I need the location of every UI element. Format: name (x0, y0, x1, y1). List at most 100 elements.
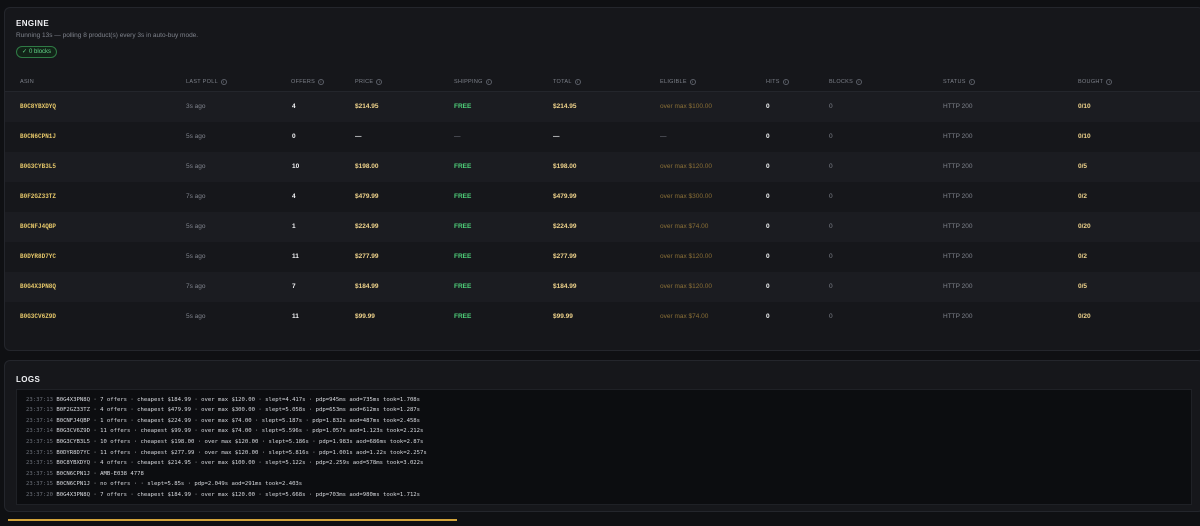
cell-blocks: 0 (829, 283, 833, 290)
info-icon[interactable]: i (574, 79, 581, 85)
cell-shipping: FREE (454, 163, 472, 170)
cell-eligible: over max $120.00 (660, 283, 713, 290)
cell-blocks: 0 (829, 193, 833, 200)
cell-shipping: FREE (454, 313, 472, 320)
log-message: B0G3CYB3L5 · 10 offers · cheapest $198.0… (56, 438, 424, 445)
log-timestamp: 23:37:11 (26, 389, 53, 392)
table-row[interactable]: B0F2GZ33TZ 7s ago 4 $479.99 FREE $479.99 over … (5, 182, 1200, 212)
column-header-status[interactable]: STATUS i (943, 79, 975, 85)
info-icon[interactable]: i (1106, 79, 1113, 85)
log-timestamp: 23:37:20 (26, 491, 53, 498)
log-message: B0CNFJ4QBP · 1 offers · cheapest $224.99… (56, 417, 421, 424)
log-line: 23:37:15 B0C8YBXDYQ · 4 offers · cheapes… (26, 458, 427, 469)
log-message: B0G4X3PN8Q · 7 offers · cheapest $184.99… (56, 491, 421, 498)
cell-last-poll: 7s ago (186, 283, 206, 290)
log-message: B0G3CV6Z9D · 11 offers · cheapest $99.99… (56, 428, 424, 435)
cell-price: $214.95 (355, 103, 379, 110)
cell-last-poll: 5s ago (186, 223, 206, 230)
cell-offers: 1 (292, 223, 296, 230)
column-header-bought[interactable]: BOUGHT i (1078, 79, 1113, 85)
cell-offers: 10 (292, 163, 300, 170)
log-output[interactable]: 23:37:11 AMB-P4882 23:37:13 B0G4X3PN8Q · … (16, 389, 1192, 505)
table-row[interactable]: B0CN6CPN1J 5s ago 0 — — — — 0 0 HTTP 200 0/10 (5, 122, 1200, 152)
cell-hits: 0 (766, 223, 770, 230)
log-timestamp: 23:37:15 (26, 449, 53, 456)
cell-status: HTTP 200 (943, 103, 973, 110)
column-header-offers[interactable]: OFFERS i (291, 79, 325, 85)
log-line: 23:37:13 B0G4X3PN8Q · 7 offers · cheapes… (26, 395, 427, 406)
column-header-eligible[interactable]: ELIGIBLE i (660, 79, 696, 85)
cell-total: $277.99 (553, 253, 577, 260)
log-lines: 23:37:11 AMB-P4882 23:37:13 B0G4X3PN8Q · … (26, 389, 427, 501)
log-message: B0C8YBXDYQ · 4 offers · cheapest $214.95… (56, 460, 424, 467)
info-icon[interactable]: i (782, 79, 789, 85)
cell-offers: 7 (292, 283, 296, 290)
cell-blocks: 0 (829, 223, 833, 230)
column-header-last-poll[interactable]: LAST POLL i (186, 79, 227, 85)
cell-price: $224.99 (355, 223, 379, 230)
info-icon[interactable]: i (318, 79, 325, 85)
cell-total: $224.99 (553, 223, 577, 230)
engine-subtitle: Running 13s — polling 8 product(s) every… (16, 32, 199, 39)
log-message: B0G4X3PN8Q · 7 offers · cheapest $184.99… (56, 396, 421, 403)
info-icon[interactable]: i (485, 79, 492, 85)
log-line: 23:37:15 B0CN6CPN1J · no offers · · slep… (26, 479, 427, 490)
log-message: B0DYR8D7YC · 11 offers · cheapest $277.9… (56, 449, 427, 456)
column-header-shipping[interactable]: SHIPPING i (454, 79, 492, 85)
cell-hits: 0 (766, 193, 770, 200)
log-line: 23:37:15 B0DYR8D7YC · 11 offers · cheape… (26, 448, 427, 459)
table-row[interactable]: B0CNFJ4QBP 5s ago 1 $224.99 FREE $224.99 over … (5, 212, 1200, 242)
cell-price: $99.99 (355, 313, 375, 320)
column-header-asin[interactable]: ASIN (20, 79, 34, 85)
info-icon[interactable]: i (856, 79, 863, 85)
table-row[interactable]: B0G3CYB3L5 5s ago 10 $198.00 FREE $198.00 over… (5, 152, 1200, 182)
cell-blocks: 0 (829, 163, 833, 170)
log-message: AMB-P4882 (56, 389, 87, 392)
check-icon: ✓ (22, 49, 28, 55)
info-icon[interactable]: i (689, 79, 696, 85)
cell-status: HTTP 200 (943, 283, 973, 290)
log-message: B0CN6CPN1J · AMB-E038 4778 (56, 470, 144, 477)
cell-status: HTTP 200 (943, 223, 973, 230)
cell-bought: 0/20 (1078, 223, 1091, 230)
cell-asin: B0G4X3PN8Q (20, 283, 57, 290)
cell-last-poll: 5s ago (186, 163, 206, 170)
table-row[interactable]: B0C8YBXDYQ 3s ago 4 $214.95 FREE $214.95 over … (5, 92, 1200, 122)
column-header-hits[interactable]: HITS i (766, 79, 789, 85)
cell-total: $198.00 (553, 163, 577, 170)
column-header-price[interactable]: PRICE i (355, 79, 383, 85)
log-timestamp: 23:37:15 (26, 460, 53, 467)
column-header-blocks[interactable]: BLOCKS i (829, 79, 863, 85)
cell-eligible: over max $120.00 (660, 163, 713, 170)
cell-asin: B0G3CV6Z9D (20, 313, 57, 320)
table-row[interactable]: B0DYR8D7YC 5s ago 11 $277.99 FREE $277.99 over… (5, 242, 1200, 272)
log-message: B0CN6CPN1J · no offers · · slept=5.85s ·… (56, 481, 303, 488)
engine-panel: ENGINE Running 13s — polling 8 product(s… (4, 7, 1200, 351)
table-row[interactable]: B0G3CV6Z9D 5s ago 11 $99.99 FREE $99.99 over m… (5, 302, 1200, 332)
cell-status: HTTP 200 (943, 253, 973, 260)
cell-bought: 0/5 (1078, 283, 1088, 290)
cell-hits: 0 (766, 253, 770, 260)
log-line: 23:37:14 B0G3CV6Z9D · 11 offers · cheape… (26, 426, 427, 437)
info-icon[interactable]: i (968, 79, 975, 85)
column-header-total[interactable]: TOTAL i (553, 79, 581, 85)
cell-bought: 0/10 (1078, 133, 1091, 140)
cell-last-poll: 7s ago (186, 193, 206, 200)
cell-blocks: 0 (829, 253, 833, 260)
log-timestamp: 23:37:15 (26, 481, 53, 488)
log-timestamp: 23:37:15 (26, 470, 53, 477)
cell-bought: 0/10 (1078, 103, 1091, 110)
cell-blocks: 0 (829, 103, 833, 110)
cell-asin: B0DYR8D7YC (20, 253, 57, 260)
table-row[interactable]: B0G4X3PN8Q 7s ago 7 $184.99 FREE $184.99 over … (5, 272, 1200, 302)
cell-blocks: 0 (829, 313, 833, 320)
info-icon[interactable]: i (220, 79, 227, 85)
info-icon[interactable]: i (376, 79, 383, 85)
cell-price: $198.00 (355, 163, 379, 170)
cell-shipping: FREE (454, 283, 472, 290)
cell-last-poll: 3s ago (186, 103, 206, 110)
cell-last-poll: 5s ago (186, 253, 206, 260)
cell-shipping: — (454, 133, 461, 140)
cell-blocks: 0 (829, 133, 833, 140)
cell-total: — (553, 133, 560, 140)
